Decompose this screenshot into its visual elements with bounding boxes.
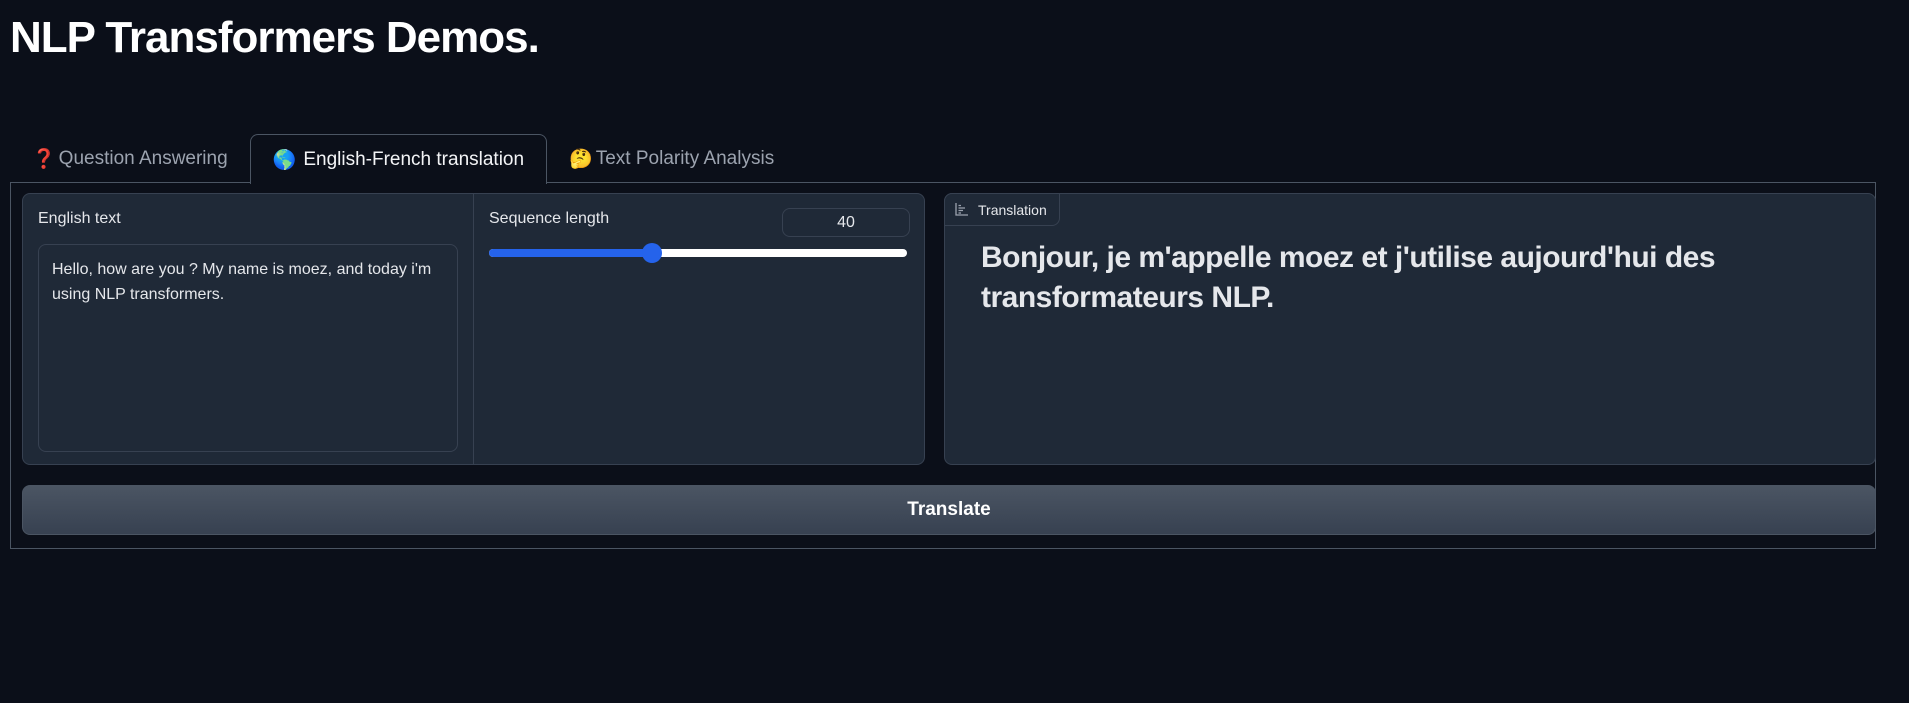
tab-label: Question Answering xyxy=(58,148,228,169)
translate-button[interactable]: Translate xyxy=(22,485,1876,535)
sequence-length-number-input[interactable] xyxy=(782,208,910,237)
tab-label: English-French translation xyxy=(303,148,525,170)
english-text-label: English text xyxy=(38,210,121,227)
thinking-face-icon: 🤔 xyxy=(569,149,593,170)
chart-icon xyxy=(955,203,968,216)
translation-label-text: Translation xyxy=(978,201,1047,218)
tab-label: Text Polarity Analysis xyxy=(595,148,775,169)
tab-english-french-translation[interactable]: 🌎 English-French translation xyxy=(249,134,548,184)
page-title: NLP Transformers Demos. xyxy=(10,13,540,62)
globe-icon: 🌎 xyxy=(272,149,297,171)
question-mark-icon: ❓ xyxy=(32,149,56,170)
tab-question-answering[interactable]: ❓ Question Answering xyxy=(10,135,250,183)
english-text-block: English text Hello, how are you ? My nam… xyxy=(23,194,474,464)
tab-bar: ❓ Question Answering 🌎 English-French tr… xyxy=(10,133,796,184)
sequence-length-slider[interactable] xyxy=(489,243,907,263)
english-text-input[interactable]: Hello, how are you ? My name is moez, an… xyxy=(38,244,458,452)
sequence-length-block: Sequence length xyxy=(474,194,924,464)
translation-label: Translation xyxy=(944,193,1060,226)
translation-tab-panel: English text Hello, how are you ? My nam… xyxy=(10,182,1876,549)
tab-text-polarity-analysis[interactable]: 🤔 Text Polarity Analysis xyxy=(547,135,796,183)
input-group: English text Hello, how are you ? My nam… xyxy=(22,193,925,465)
translation-output-text: Bonjour, je m'appelle moez et j'utilise … xyxy=(981,241,1716,314)
slider-fill xyxy=(489,249,653,257)
slider-thumb[interactable] xyxy=(642,243,663,263)
translation-output-group: Translation Bonjour, je m'appelle moez e… xyxy=(944,193,1876,465)
